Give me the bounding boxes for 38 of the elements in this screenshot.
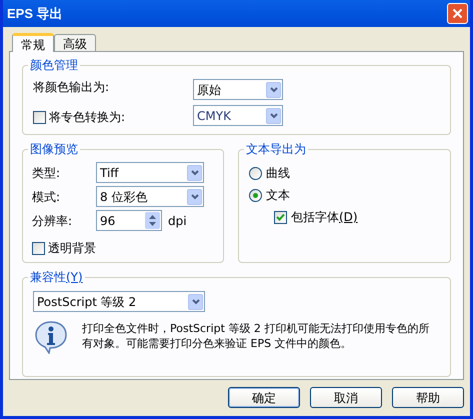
spin-arrows-icon[interactable] <box>145 212 160 229</box>
dropdown[interactable]: 8 位彩色 <box>96 186 204 207</box>
window-title: EPS 导出 <box>7 4 63 23</box>
checkbox-label: 透明背景 <box>48 240 96 257</box>
radio-label: 曲线 <box>266 165 290 182</box>
close-icon[interactable] <box>452 8 463 19</box>
group-title: 颜色管理 <box>30 57 78 73</box>
dialog-button[interactable]: 取消 <box>310 387 382 408</box>
hotkey-label: (Y) <box>66 269 83 285</box>
dropdown[interactable]: PostScript 等级 2 <box>33 291 205 312</box>
checkbox[interactable] <box>32 242 45 254</box>
checkbox[interactable] <box>274 210 287 224</box>
field-label: 类型: <box>32 164 62 182</box>
tab[interactable]: 常规 <box>12 33 54 52</box>
spin-field[interactable]: 96 <box>96 210 162 231</box>
dropdown[interactable]: Tiff <box>96 162 204 183</box>
radio-label: 文本 <box>266 187 290 204</box>
info-message: 打印全色文件时，PostScript 等级 2 打印机可能无法打印使用专色的所有对象。可能需要打印分色来验证 EPS 文件中的颜色。 <box>82 321 430 351</box>
field-label: 将颜色输出为: <box>33 79 110 96</box>
radio-button[interactable] <box>249 166 262 180</box>
dialog-button[interactable]: 确定 <box>228 387 300 408</box>
dropdown[interactable]: CMYK <box>193 105 283 126</box>
tab[interactable]: 高级 <box>54 34 96 51</box>
dropdown[interactable]: 原始 <box>193 79 283 100</box>
radio-button[interactable] <box>249 188 262 202</box>
field-label: 模式: <box>32 188 62 206</box>
dialog-button[interactable]: 帮助 <box>392 387 464 408</box>
info-icon <box>34 320 68 354</box>
group-title: 文本导出为 <box>246 141 306 157</box>
close-button[interactable] <box>447 3 468 24</box>
unit-label: dpi <box>168 212 187 230</box>
group-title: 图像预览 <box>30 141 78 157</box>
field-label: 分辨率: <box>32 212 74 230</box>
hotkey-label: (D) <box>339 209 358 226</box>
checkbox-label: 包括字体 <box>291 209 339 226</box>
checkbox-label: 将专色转换为: <box>49 109 126 126</box>
checkbox[interactable] <box>33 110 46 124</box>
group-title: 兼容性 <box>30 269 66 285</box>
